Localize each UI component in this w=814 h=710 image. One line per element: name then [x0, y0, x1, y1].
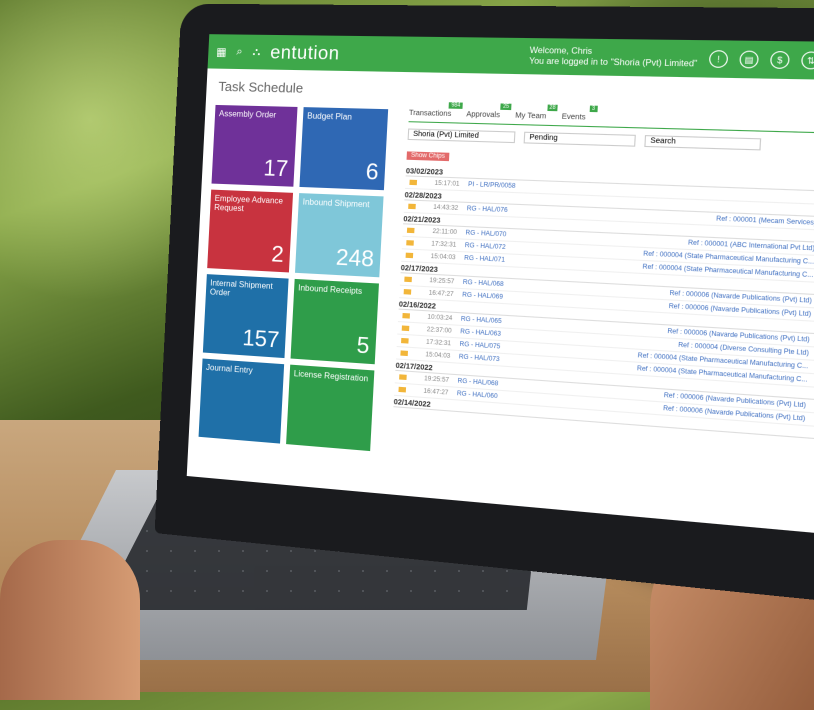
transaction-list: 03/02/2023 15:17:01 PI - LR/PR/0058 02/28…	[393, 168, 814, 441]
row-time: 10:03:24	[427, 313, 453, 322]
row-party	[544, 187, 814, 197]
tile-count: 17	[262, 155, 289, 182]
row-ref[interactable]: RG - HAL/060	[457, 390, 533, 402]
calendar-icon[interactable]: ▤	[739, 50, 759, 69]
page-title: Task Schedule	[218, 78, 304, 96]
tab-events[interactable]: Events 3	[561, 105, 598, 122]
tile-inbound-shipment[interactable]: Inbound Shipment 248	[294, 193, 384, 278]
tile-journal-entry[interactable]: Journal Entry	[198, 358, 285, 444]
row-ref[interactable]: RG - HAL/063	[460, 329, 536, 340]
tile-label: License Registration	[293, 368, 369, 384]
settings-icon[interactable]: ⇅	[800, 51, 814, 70]
row-ref[interactable]: RG - HAL/068	[463, 279, 539, 289]
welcome-subtitle: You are logged in to "Shoria (Pvt) Limit…	[528, 56, 698, 69]
row-time: 14:43:32	[433, 204, 459, 212]
org-icon[interactable]: ⛬	[252, 45, 260, 58]
search-icon[interactable]: ⌕	[236, 45, 243, 58]
row-time: 22:37:00	[426, 326, 452, 335]
row-time: 17:32:31	[431, 240, 457, 249]
tab-badge: 28	[547, 104, 558, 112]
row-ref[interactable]: RG - HAL/075	[459, 341, 535, 352]
tab-badge: 3	[589, 105, 598, 113]
row-time: 16:47:27	[423, 388, 449, 397]
row-ref[interactable]: RG - HAL/070	[465, 230, 542, 240]
tab-label: My Team	[514, 112, 547, 121]
tile-inbound-receipts[interactable]: Inbound Receipts 5	[290, 278, 379, 365]
row-ref[interactable]: RG - HAL/072	[465, 242, 541, 252]
tab-label: Events	[561, 113, 586, 122]
row-ref[interactable]: RG - HAL/069	[462, 292, 538, 303]
tile-assembly-order[interactable]: Assembly Order 17	[211, 104, 298, 187]
search-input[interactable]: Search	[644, 135, 762, 151]
row-time: 19:25:57	[429, 277, 455, 285]
row-ref[interactable]: RG - HAL/065	[461, 316, 537, 327]
row-ref[interactable]: RG - HAL/073	[459, 354, 535, 365]
row-time: 15:17:01	[434, 180, 460, 188]
tile-employee-advance[interactable]: Employee Advance Request 2	[207, 189, 294, 273]
row-ref[interactable]: PI - LR/PR/0058	[468, 181, 545, 190]
row-time: 16:47:27	[428, 289, 454, 298]
row-ref[interactable]: RG - HAL/071	[464, 255, 540, 265]
tile-count: 248	[335, 244, 375, 272]
tab-my-team[interactable]: My Team 28	[514, 104, 558, 121]
company-select[interactable]: Shoria (Pvt) Limited	[407, 128, 516, 144]
row-ref[interactable]: RG - HAL/076	[467, 206, 544, 215]
tile-label: Employee Advance Request	[214, 193, 284, 214]
row-time: 15:04:03	[430, 253, 456, 261]
status-select[interactable]: Pending	[523, 131, 636, 147]
currency-icon[interactable]: $	[769, 50, 790, 69]
tile-internal-shipment[interactable]: Internal Shipment Order 157	[202, 274, 289, 359]
row-time: 19:25:57	[424, 375, 450, 384]
tab-badge: 984	[449, 102, 463, 109]
tile-license-registration[interactable]: License Registration	[286, 364, 375, 452]
tile-count: 2	[270, 240, 285, 268]
app-screen: ▦ ⌕ ⛬ entution Welcome, Chris You are lo…	[186, 34, 814, 535]
top-bar: ▦ ⌕ ⛬ entution Welcome, Chris You are lo…	[207, 34, 814, 81]
tile-label: Internal Shipment Order	[209, 278, 273, 298]
person-arm	[0, 540, 140, 700]
brand-logo: entution	[269, 41, 341, 64]
notification-icon[interactable]: !	[708, 50, 729, 68]
tab-transactions[interactable]: Transactions 984	[408, 102, 463, 119]
tab-label: Approvals	[466, 111, 501, 120]
tile-count: 157	[241, 324, 281, 353]
row-time: 17:32:31	[425, 338, 452, 347]
tile-count: 6	[365, 158, 380, 185]
tile-count: 5	[356, 332, 371, 359]
tile-label: Inbound Shipment	[302, 197, 370, 210]
tab-badge: 25	[500, 103, 512, 111]
task-tiles: Assembly Order 17 Budget Plan 6 Employee…	[198, 104, 399, 452]
row-time: 15:04:03	[425, 351, 451, 360]
row-time: 22:11:00	[432, 228, 458, 236]
tile-label: Inbound Receipts	[298, 283, 363, 297]
laptop-screen-bezel: ▦ ⌕ ⛬ entution Welcome, Chris You are lo…	[154, 3, 814, 604]
tab-label: Transactions	[408, 109, 452, 119]
transactions-panel: Transactions 984 Approvals 25 My Team 28 Ev…	[393, 102, 814, 441]
tile-budget-plan[interactable]: Budget Plan 6	[299, 107, 389, 191]
tab-approvals[interactable]: Approvals 25	[466, 103, 512, 120]
show-chips-toggle[interactable]: Show Chips	[406, 151, 450, 162]
welcome-text: Welcome, Chris You are logged in to "Sho…	[529, 46, 698, 70]
tile-label: Budget Plan	[306, 111, 353, 122]
tile-label: Assembly Order	[218, 109, 277, 120]
apps-grid-icon[interactable]: ▦	[216, 45, 227, 58]
tile-label: Journal Entry	[205, 362, 253, 376]
